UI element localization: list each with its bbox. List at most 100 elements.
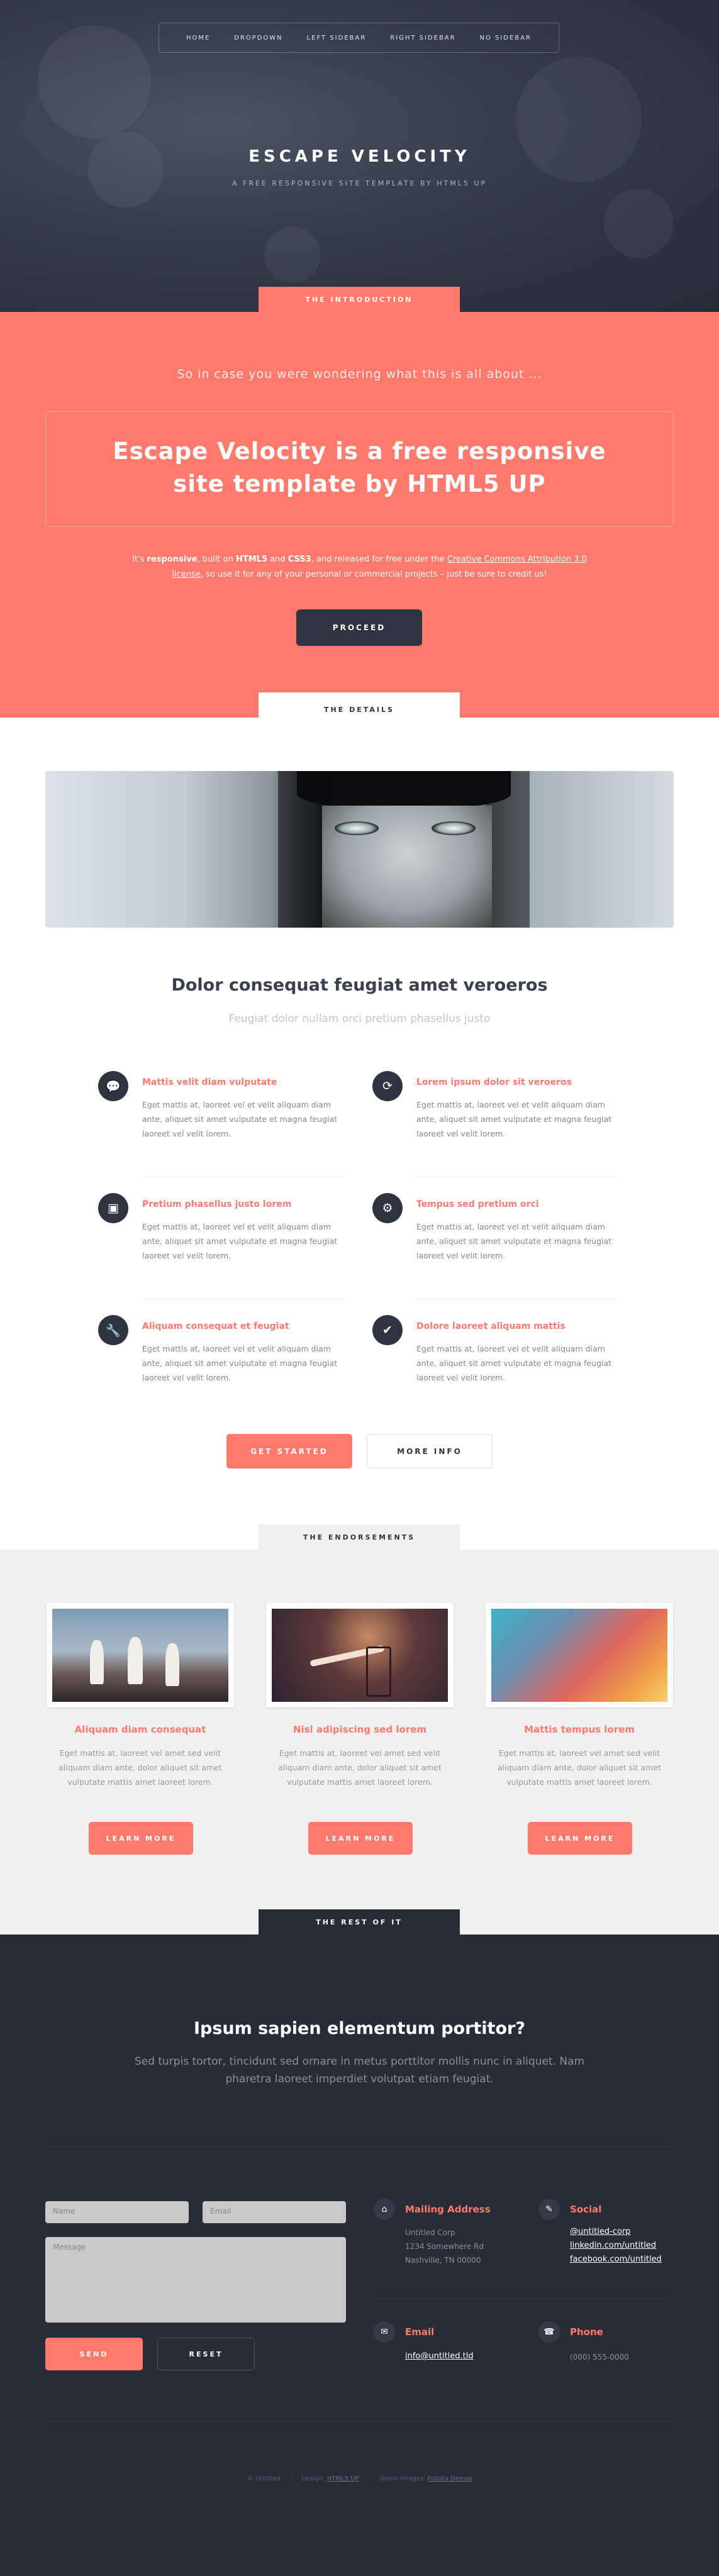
intro-text-bold: responsive — [147, 555, 198, 564]
email-heading: Email — [405, 2326, 435, 2338]
endorsement-text: Eget mattis at, laoreet vel amet sed vel… — [59, 1748, 222, 1787]
endorsement-image[interactable] — [47, 1603, 234, 1707]
endorsement-title[interactable]: Nisl adipiscing sed lorem — [259, 1724, 460, 1735]
image-icon: ▣ — [98, 1193, 128, 1223]
dancer-figure — [128, 1637, 143, 1684]
design-credit-link[interactable]: HTML5 UP — [327, 2475, 359, 2482]
comment-icon: 💬 — [98, 1071, 128, 1101]
intro-title: Escape Velocity is a free responsive sit… — [113, 438, 606, 497]
mailing-address-heading: Mailing Address — [405, 2204, 491, 2215]
feature-title[interactable]: Pretium phasellus justo lorem — [142, 1199, 291, 1209]
endorsement-image[interactable] — [266, 1603, 454, 1707]
email-link[interactable]: info@untitled.tld — [405, 2351, 474, 2361]
feature-title[interactable]: Mattis velit diam vulputate — [142, 1077, 277, 1087]
nav-item-no-sidebar[interactable]: NO SIDEBAR — [479, 35, 532, 42]
endorsements-section-tab: THE ENDORSEMENTS — [259, 1524, 460, 1550]
address-line: Nashville, TN 00000 — [405, 2256, 481, 2265]
gear-icon: ⚙ — [372, 1193, 403, 1223]
feature-title[interactable]: Dolore laoreet aliquam mattis — [416, 1321, 566, 1331]
site-tagline: A FREE RESPONSIVE SITE TEMPLATE BY HTML5… — [231, 179, 488, 187]
chair-photo — [272, 1609, 448, 1702]
header-bokeh — [264, 226, 321, 283]
intro-text-part: , so use it for any of your personal or … — [200, 570, 547, 579]
send-button[interactable]: SEND — [45, 2338, 143, 2370]
nav-item-right-sidebar[interactable]: RIGHT SIDEBAR — [390, 35, 455, 42]
feature-text: Eget mattis at, laoreet vel et velit ali… — [142, 1222, 338, 1260]
reset-button[interactable]: RESET — [157, 2338, 255, 2370]
endorsement-title[interactable]: Aliquam diam consequat — [40, 1724, 241, 1735]
more-info-button[interactable]: MORE INFO — [367, 1434, 493, 1468]
footer-title: Ipsum sapien elementum portitor? — [193, 2019, 525, 2038]
feature-title[interactable]: Lorem ipsum dolor sit veroeros — [416, 1077, 572, 1087]
header-bokeh — [38, 25, 151, 138]
social-link[interactable]: linkedin.com/untitled — [570, 2241, 656, 2250]
nav-item-left-sidebar[interactable]: LEFT SIDEBAR — [307, 35, 367, 42]
header: HOME DROPDOWN LEFT SIDEBAR RIGHT SIDEBAR… — [0, 0, 719, 312]
endorsement-text: Eget mattis at, laoreet vel amet sed vel… — [278, 1748, 442, 1787]
site-logo[interactable]: ESCAPE VELOCITY — [0, 147, 719, 166]
endorsement-image[interactable] — [486, 1603, 673, 1707]
endorsement-title[interactable]: Mattis tempus lorem — [479, 1724, 680, 1735]
learn-more-button[interactable]: LEARN MORE — [89, 1822, 193, 1855]
nav-item-dropdown[interactable]: DROPDOWN — [234, 35, 283, 42]
social-link[interactable]: facebook.com/untitled — [570, 2255, 662, 2264]
banner-eye — [335, 821, 379, 835]
email-field[interactable]: Email — [203, 2201, 346, 2223]
learn-more-button[interactable]: LEARN MORE — [528, 1822, 632, 1855]
rest-section-tab: THE REST OF IT — [259, 1909, 460, 1935]
chair-shape — [366, 1646, 391, 1697]
envelope-icon: ✉ — [374, 2321, 395, 2343]
feature-text: Eget mattis at, laoreet vel et velit ali… — [142, 1100, 338, 1138]
endorsement-text: Eget mattis at, laoreet vel amet sed vel… — [498, 1748, 661, 1787]
colorful-photo — [491, 1609, 667, 1702]
footer-divider — [45, 2421, 674, 2422]
banner-image — [45, 771, 674, 928]
dancer-figure — [90, 1640, 104, 1684]
banner-hair — [297, 771, 511, 809]
intro-text-part: , built on — [197, 555, 236, 564]
proceed-button[interactable]: PROCEED — [296, 609, 422, 646]
refresh-icon: ⟳ — [372, 1071, 403, 1101]
name-field[interactable]: Name — [45, 2201, 189, 2223]
images-credit: Demo Images: Fotolia Demos — [369, 2475, 472, 2482]
intro-text-part: and — [267, 555, 288, 564]
design-credit: Design: HTML5 UP — [290, 2475, 359, 2482]
social-link[interactable]: @untitled-corp — [570, 2227, 631, 2236]
main-nav: HOME DROPDOWN LEFT SIDEBAR RIGHT SIDEBAR… — [159, 23, 559, 53]
header-bokeh — [88, 132, 164, 208]
phone-icon: ☎ — [538, 2321, 560, 2343]
intro-section-tab: THE INTRODUCTION — [259, 287, 460, 312]
banner-eye — [432, 821, 476, 835]
dancer-figure — [165, 1643, 179, 1686]
intro-text-part: It's — [132, 555, 147, 564]
message-field[interactable]: Message — [45, 2237, 346, 2323]
phone-heading: Phone — [570, 2326, 603, 2338]
home-icon: ⌂ — [374, 2199, 395, 2220]
feature-title[interactable]: Tempus sed pretium orci — [416, 1199, 539, 1209]
images-credit-link[interactable]: Fotolia Demos — [428, 2475, 472, 2482]
details-section-tab: THE DETAILS — [259, 692, 460, 727]
details-title: Dolor consequat feugiat amet veroeros — [171, 975, 548, 995]
feature-text: Eget mattis at, laoreet vel et velit ali… — [416, 1344, 612, 1382]
comment-icon: ✎ — [538, 2199, 560, 2220]
feature-text: Eget mattis at, laoreet vel et velit ali… — [142, 1344, 338, 1382]
address-line: 1234 Somewhere Rd — [405, 2242, 484, 2251]
banner-hair — [486, 771, 530, 928]
feature-title[interactable]: Aliquam consequat et feugiat — [142, 1321, 289, 1331]
get-started-button[interactable]: GET STARTED — [226, 1434, 352, 1468]
feature-text: Eget mattis at, laoreet vel et velit ali… — [416, 1222, 612, 1260]
copyright-bar: © Untitled Design: HTML5 UP Demo Images:… — [234, 2475, 486, 2482]
learn-more-button[interactable]: LEARN MORE — [308, 1822, 413, 1855]
wrench-icon: 🔧 — [98, 1315, 128, 1345]
address-line: Untitled Corp — [405, 2228, 455, 2237]
banner-hair — [278, 771, 328, 928]
header-bokeh — [604, 189, 673, 258]
intro-lead: So in case you were wondering what this … — [177, 367, 542, 381]
images-credit-prefix: Demo Images: — [379, 2475, 428, 2482]
intro-text-bold: HTML5 — [236, 555, 268, 564]
social-heading: Social — [570, 2204, 602, 2215]
intro-text-part: , and released for free under the — [311, 555, 447, 564]
footer-divider — [45, 2146, 674, 2147]
nav-item-home[interactable]: HOME — [186, 35, 210, 42]
intro-text-bold: CSS3 — [287, 555, 311, 564]
